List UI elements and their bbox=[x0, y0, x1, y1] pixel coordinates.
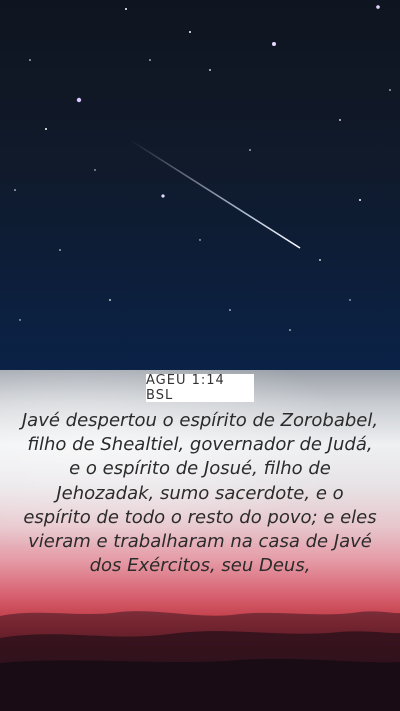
verse-text: Javé despertou o espírito de Zorobabel, … bbox=[21, 410, 379, 577]
night-sky-photo bbox=[0, 0, 400, 370]
verse-reference-badge: AGEU 1:14 BSL bbox=[146, 373, 254, 403]
verse-reference: AGEU 1:14 BSL bbox=[146, 373, 225, 403]
shooting-star bbox=[129, 139, 301, 249]
stars bbox=[14, 5, 391, 331]
dark-clouds bbox=[0, 611, 400, 711]
starfield bbox=[14, 5, 391, 331]
